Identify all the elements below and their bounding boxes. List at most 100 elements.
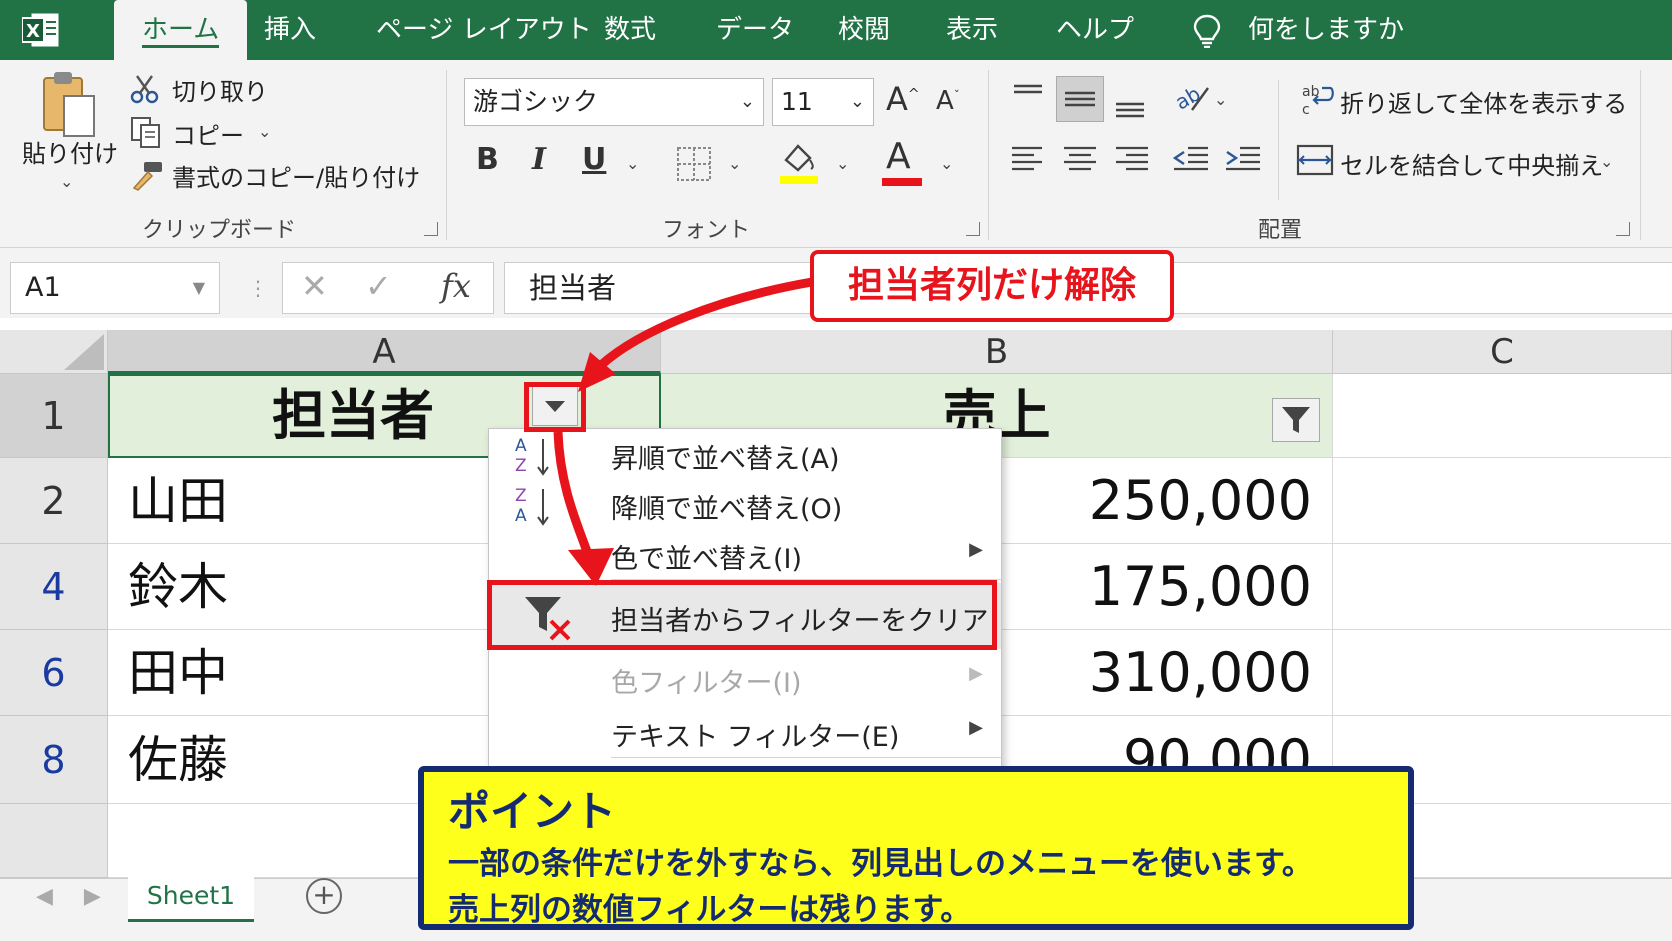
- align-middle-button[interactable]: [1056, 76, 1104, 122]
- tab-formulas[interactable]: 数式: [600, 0, 660, 60]
- svg-text:A: A: [515, 506, 527, 526]
- italic-button[interactable]: I: [532, 142, 546, 177]
- scissors-icon: [130, 75, 159, 104]
- insert-function-button[interactable]: fx: [441, 267, 471, 305]
- wrap-text-button[interactable]: 折り返して全体を表示する: [1340, 84, 1627, 119]
- row-header-8[interactable]: 8: [0, 716, 108, 804]
- formula-bar-grip: ⋮: [248, 276, 268, 300]
- tab-page-layout[interactable]: ページ レイアウト: [372, 0, 596, 60]
- group-separator: [1278, 80, 1279, 200]
- merge-center-dropdown[interactable]: ⌄: [1600, 152, 1613, 171]
- tell-me-search[interactable]: 何をしますか: [1248, 0, 1404, 60]
- point-line-1: 一部の条件だけを外すなら、列見出しのメニューを使います。: [448, 846, 1313, 882]
- font-name-combo[interactable]: 游ゴシック ⌄: [464, 78, 764, 126]
- borders-dropdown[interactable]: ⌄: [728, 154, 741, 173]
- excel-logo-icon: X: [22, 13, 59, 47]
- point-note: ポイント 一部の条件だけを外すなら、列見出しのメニューを使います。 売上列の数値…: [418, 766, 1414, 930]
- menu-text-filter[interactable]: テキスト フィルター(E) ▶: [489, 707, 1001, 757]
- submenu-arrow-icon: ▶: [969, 717, 983, 738]
- orientation-icon[interactable]: ab: [1172, 80, 1212, 116]
- name-box[interactable]: A1 ▼: [10, 262, 220, 314]
- sort-descending-icon: Z A: [515, 486, 549, 526]
- cell-c1[interactable]: [1333, 374, 1672, 458]
- copy-button[interactable]: コピー: [172, 116, 244, 151]
- filter-applied-icon: [1282, 407, 1310, 433]
- column-header-a[interactable]: A: [108, 330, 661, 374]
- menu-item-label: 昇順で並べ替え(A): [611, 444, 840, 475]
- tab-insert[interactable]: 挿入: [260, 0, 320, 60]
- tab-data[interactable]: データ: [712, 0, 798, 60]
- font-group-label: フォント: [662, 218, 751, 243]
- cell-c4[interactable]: [1333, 544, 1672, 630]
- fill-color-icon[interactable]: [778, 140, 820, 186]
- paste-dropdown[interactable]: ⌄: [60, 172, 73, 191]
- increase-font-size-button[interactable]: A^: [886, 80, 920, 118]
- align-bottom-icon[interactable]: [1112, 84, 1148, 120]
- svg-text:Z: Z: [515, 486, 527, 506]
- borders-icon[interactable]: [676, 146, 712, 182]
- svg-text:Z: Z: [515, 456, 527, 476]
- group-separator: [1640, 70, 1641, 240]
- cell-c2[interactable]: [1333, 458, 1672, 544]
- font-launcher[interactable]: [966, 222, 980, 236]
- alignment-launcher[interactable]: [1616, 222, 1630, 236]
- merge-center-button[interactable]: セルを結合して中央揃え: [1340, 146, 1603, 181]
- orientation-dropdown[interactable]: ⌄: [1214, 90, 1227, 109]
- tab-home[interactable]: ホーム: [114, 0, 248, 60]
- menu-separator: [611, 757, 1001, 758]
- enter-icon[interactable]: ✓: [365, 267, 392, 305]
- menu-sort-descending[interactable]: Z A 降順で並べ替え(O): [489, 479, 1001, 529]
- underline-button[interactable]: U: [582, 142, 606, 177]
- row-header-6[interactable]: 6: [0, 630, 108, 716]
- cell-c6[interactable]: [1333, 630, 1672, 716]
- row-header-1[interactable]: 1: [0, 374, 108, 458]
- align-right-icon[interactable]: [1114, 142, 1150, 178]
- align-center-icon[interactable]: [1062, 142, 1098, 178]
- format-painter-icon: [132, 162, 162, 191]
- align-left-icon[interactable]: [1010, 142, 1046, 178]
- menu-item-label: テキスト フィルター(E): [611, 722, 900, 753]
- bold-button[interactable]: B: [476, 142, 499, 177]
- increase-indent-icon[interactable]: [1224, 142, 1262, 178]
- cut-button[interactable]: 切り取り: [172, 72, 268, 107]
- row-header-4[interactable]: 4: [0, 544, 108, 630]
- sheet-nav-arrows[interactable]: ◀ ▶: [36, 884, 113, 909]
- filter-dropdown-b[interactable]: [1272, 398, 1320, 442]
- clear-filter-highlight: [487, 580, 997, 650]
- point-title: ポイント: [448, 787, 617, 836]
- select-all-corner[interactable]: [0, 330, 108, 374]
- group-separator: [446, 70, 447, 240]
- clipboard-group-label: クリップボード: [142, 218, 297, 243]
- clipboard-launcher[interactable]: [424, 222, 438, 236]
- tab-review[interactable]: 校閲: [834, 0, 894, 60]
- paste-icon[interactable]: [40, 68, 100, 140]
- copy-dropdown[interactable]: ⌄: [258, 122, 271, 141]
- menu-sort-ascending[interactable]: A Z 昇順で並べ替え(A): [489, 429, 1001, 479]
- add-sheet-button[interactable]: +: [306, 878, 342, 914]
- font-size-combo[interactable]: 11 ⌄: [772, 78, 874, 126]
- tab-view[interactable]: 表示: [942, 0, 1002, 60]
- align-top-icon[interactable]: [1010, 80, 1046, 110]
- merge-center-icon: [1296, 144, 1334, 176]
- callout-label: 担当者列だけ解除: [810, 250, 1174, 322]
- menu-color-filter[interactable]: 色フィルター(I) ▶: [489, 653, 1001, 703]
- sheet-tab-sheet1[interactable]: Sheet1: [128, 872, 254, 922]
- group-separator: [988, 70, 989, 240]
- row-header-empty[interactable]: [0, 804, 108, 878]
- fill-color-dropdown[interactable]: ⌄: [836, 154, 849, 173]
- lightbulb-icon[interactable]: [1192, 14, 1222, 48]
- svg-text:A: A: [515, 436, 527, 456]
- tab-help[interactable]: ヘルプ: [1052, 0, 1138, 60]
- font-color-dropdown[interactable]: ⌄: [940, 154, 953, 173]
- column-header-c[interactable]: C: [1333, 330, 1672, 374]
- paste-button[interactable]: 貼り付け: [22, 134, 118, 169]
- decrease-font-size-button[interactable]: Aˇ: [936, 86, 960, 116]
- cancel-icon[interactable]: ✕: [301, 267, 328, 305]
- row-header-2[interactable]: 2: [0, 458, 108, 544]
- menu-sort-by-color[interactable]: 色で並べ替え(I) ▶: [489, 529, 1001, 579]
- underline-dropdown[interactable]: ⌄: [626, 154, 639, 173]
- format-painter-button[interactable]: 書式のコピー/貼り付け: [172, 158, 420, 193]
- font-color-button[interactable]: A: [886, 136, 911, 177]
- column-header-b[interactable]: B: [661, 330, 1333, 374]
- decrease-indent-icon[interactable]: [1172, 142, 1210, 178]
